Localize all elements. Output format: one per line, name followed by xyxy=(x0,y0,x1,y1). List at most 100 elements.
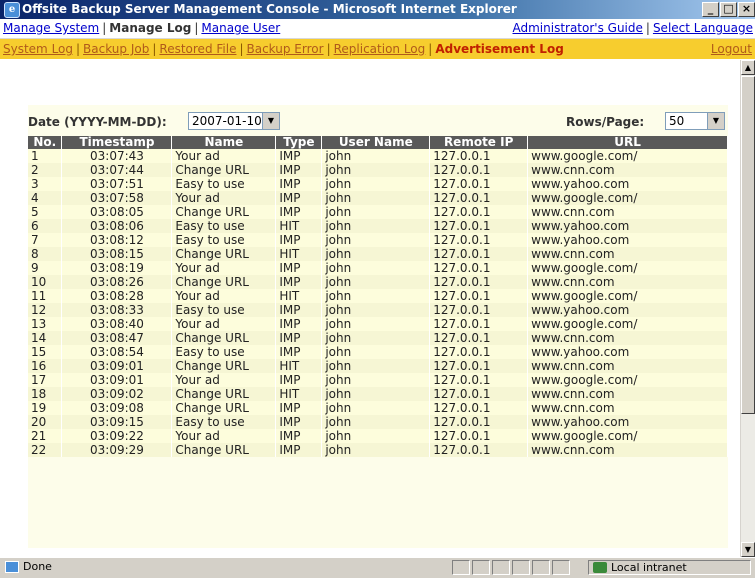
date-select[interactable]: 2007-01-10 ▼ xyxy=(188,112,280,130)
table-row: 14 03:08:47 Change URL IMP john 127.0.0.1 www.… xyxy=(28,331,728,345)
table-cell: 10 xyxy=(28,275,63,289)
table-cell: 127.0.0.1 xyxy=(429,387,529,401)
table-row: 17 03:09:01 Your ad IMP john 127.0.0.1 www.goo… xyxy=(28,373,728,387)
table-cell: 16 xyxy=(28,359,63,373)
logout-link-text[interactable]: Logout xyxy=(711,42,752,56)
status-text: Done xyxy=(23,560,52,573)
menu-separator: | xyxy=(194,21,199,35)
column-header[interactable]: Timestamp xyxy=(61,136,173,149)
logout-link[interactable]: Logout xyxy=(711,39,752,59)
scrollbar-thumb[interactable] xyxy=(741,76,755,414)
minimize-button[interactable]: _ xyxy=(702,2,719,17)
table-cell: IMP xyxy=(275,345,323,359)
table-row: 7 03:08:12 Easy to use IMP john 127.0.0.1 www.… xyxy=(28,233,728,247)
table-cell: 127.0.0.1 xyxy=(429,205,529,219)
table-cell: www.google.com/ xyxy=(527,373,728,387)
table-cell: 127.0.0.1 xyxy=(429,149,529,163)
vertical-scrollbar[interactable]: ▲ ▼ xyxy=(740,60,755,557)
table-cell: HIT xyxy=(275,289,323,303)
table-cell: Change URL xyxy=(171,401,277,415)
table-cell: 03:09:01 xyxy=(61,373,173,387)
scroll-up-icon[interactable]: ▲ xyxy=(741,60,755,75)
table-row: 12 03:08:33 Easy to use IMP john 127.0.0.1 www… xyxy=(28,303,728,317)
table-cell: www.google.com/ xyxy=(527,429,728,443)
table-cell: IMP xyxy=(275,177,323,191)
table-cell: www.cnn.com xyxy=(527,247,728,261)
table-cell: 127.0.0.1 xyxy=(429,261,529,275)
table-cell: 03:08:47 xyxy=(61,331,173,345)
table-cell: 03:09:01 xyxy=(61,359,173,373)
table-header: No. Timestamp Name Type User Name Remote IP UR… xyxy=(28,136,728,149)
table-cell: 127.0.0.1 xyxy=(429,429,529,443)
table-cell: 03:08:06 xyxy=(61,219,173,233)
tab-backup-error[interactable]: Backup Error xyxy=(247,42,324,56)
table-cell: www.cnn.com xyxy=(527,401,728,415)
tab-advertisement-log[interactable]: Advertisement Log xyxy=(435,42,563,56)
table-cell: Easy to use xyxy=(171,345,277,359)
rows-per-page-label: Rows/Page: xyxy=(566,115,645,129)
table-cell: www.cnn.com xyxy=(527,331,728,345)
table-cell: john xyxy=(321,219,431,233)
table-cell: Easy to use xyxy=(171,415,277,429)
table-cell: john xyxy=(321,275,431,289)
table-cell: 03:08:26 xyxy=(61,275,173,289)
tab-backup-job[interactable]: Backup Job xyxy=(83,42,149,56)
table-cell: IMP xyxy=(275,331,323,345)
content-area: Date (YYYY-MM-DD): 2007-01-10 ▼ Rows/Pag… xyxy=(0,60,741,557)
menu-separator: | xyxy=(102,21,107,35)
rows-per-page-select[interactable]: 50 ▼ xyxy=(665,112,725,130)
table-row: 4 03:07:58 Your ad IMP john 127.0.0.1 www.goog… xyxy=(28,191,728,205)
table-cell: john xyxy=(321,443,431,457)
table-row: 10 03:08:26 Change URL IMP john 127.0.0.1 www.… xyxy=(28,275,728,289)
zone-label: Local intranet xyxy=(611,561,687,574)
table-cell: john xyxy=(321,373,431,387)
table-row: 21 03:09:22 Your ad IMP john 127.0.0.1 www.goo… xyxy=(28,429,728,443)
table-cell: 127.0.0.1 xyxy=(429,345,529,359)
table-cell: www.cnn.com xyxy=(527,359,728,373)
table-cell: Your ad xyxy=(171,261,277,275)
nav-manage-user[interactable]: Manage User xyxy=(201,21,280,35)
table-cell: 03:09:02 xyxy=(61,387,173,401)
tab-restored-file[interactable]: Restored File xyxy=(159,42,236,56)
table-cell: www.yahoo.com xyxy=(527,219,728,233)
table-cell: 127.0.0.1 xyxy=(429,401,529,415)
scroll-down-icon[interactable]: ▼ xyxy=(741,542,755,557)
nav-manage-system[interactable]: Manage System xyxy=(3,21,99,35)
maximize-button[interactable]: □ xyxy=(720,2,737,17)
table-cell: john xyxy=(321,331,431,345)
table-row: 8 03:08:15 Change URL HIT john 127.0.0.1 www.c… xyxy=(28,247,728,261)
table-cell: 5 xyxy=(28,205,63,219)
table-cell: 15 xyxy=(28,345,63,359)
column-header[interactable]: URL xyxy=(527,136,728,149)
table-cell: 127.0.0.1 xyxy=(429,163,529,177)
tab-system-log[interactable]: System Log xyxy=(3,42,73,56)
table-cell: Your ad xyxy=(171,373,277,387)
column-header[interactable]: Name xyxy=(171,136,277,149)
table-cell: IMP xyxy=(275,163,323,177)
nav-manage-log[interactable]: Manage Log xyxy=(109,21,191,35)
table-cell: 127.0.0.1 xyxy=(429,359,529,373)
column-header[interactable]: User Name xyxy=(321,136,431,149)
table-cell: 127.0.0.1 xyxy=(429,373,529,387)
table-row: 6 03:08:06 Easy to use HIT john 127.0.0.1 www.… xyxy=(28,219,728,233)
table-cell: HIT xyxy=(275,247,323,261)
table-cell: www.cnn.com xyxy=(527,387,728,401)
table-cell: john xyxy=(321,261,431,275)
column-header[interactable]: Type xyxy=(275,136,323,149)
nav-select-language[interactable]: Select Language xyxy=(653,21,753,35)
window-title-bar: e Offsite Backup Server Management Conso… xyxy=(0,0,755,19)
table-row: 5 03:08:05 Change URL IMP john 127.0.0.1 www.c… xyxy=(28,205,728,219)
table-cell: Change URL xyxy=(171,163,277,177)
table-cell: 7 xyxy=(28,233,63,247)
tab-replication-log[interactable]: Replication Log xyxy=(334,42,426,56)
column-header[interactable]: Remote IP xyxy=(429,136,529,149)
table-cell: Change URL xyxy=(171,275,277,289)
table-cell: 2 xyxy=(28,163,63,177)
table-cell: 03:09:08 xyxy=(61,401,173,415)
table-cell: www.google.com/ xyxy=(527,191,728,205)
nav-administrator-s-guide[interactable]: Administrator's Guide xyxy=(512,21,642,35)
column-header[interactable]: No. xyxy=(28,136,63,149)
table-cell: IMP xyxy=(275,191,323,205)
status-slot xyxy=(492,560,510,575)
close-button[interactable]: × xyxy=(738,2,755,17)
